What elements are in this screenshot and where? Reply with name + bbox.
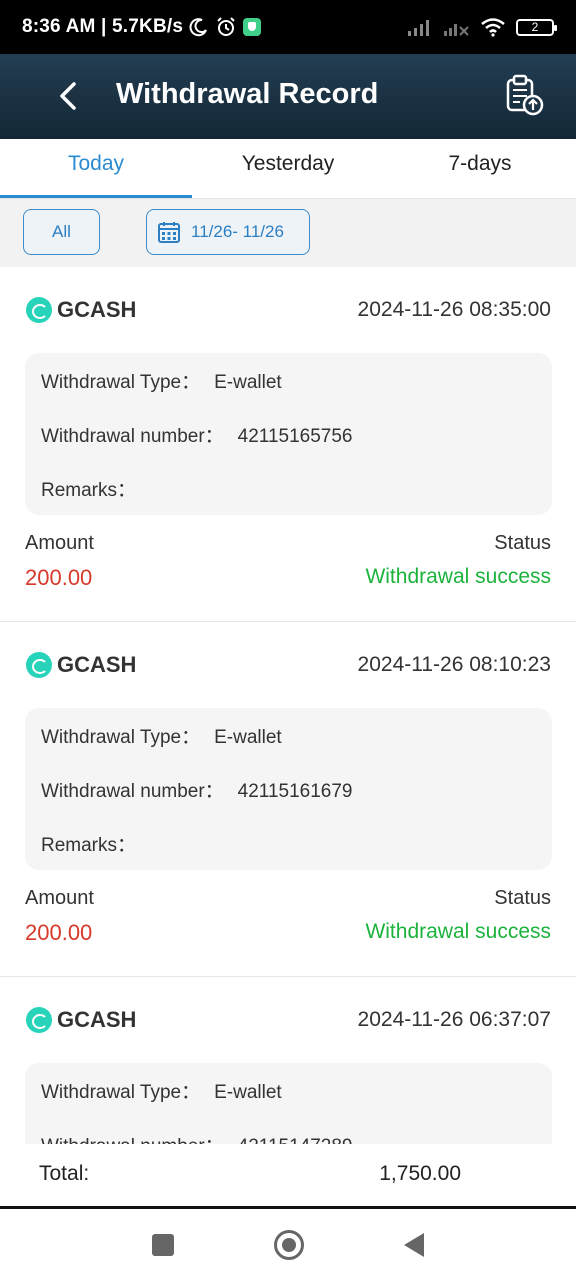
withdrawal-number-label: Withdrawal number： (41, 426, 224, 447)
withdrawal-number-label: Withdrawal number： (41, 781, 224, 802)
recent-apps-button[interactable] (152, 1233, 174, 1256)
record-timestamp: 2024-11-26 08:10:23 (357, 653, 551, 676)
withdrawal-number-value: 42115161679 (237, 781, 353, 802)
status-value: Withdrawal success (365, 920, 551, 943)
gcash-logo-icon (26, 297, 52, 323)
withdrawal-record[interactable]: GCASH 2024-11-26 08:10:23 Withdrawal Typ… (0, 622, 576, 977)
amount-label: Amount (25, 532, 94, 554)
status-time: 8:36 AM | 5.7KB/s (22, 16, 184, 37)
status-label: Status (494, 532, 551, 554)
tab-yesterday[interactable]: Yesterday (192, 139, 384, 198)
withdrawal-type-value: E-wallet (214, 372, 282, 393)
withdrawal-record[interactable]: GCASH 2024-11-26 06:37:07 Withdrawal Typ… (0, 977, 576, 1144)
remarks-row: Remarks： (41, 475, 150, 502)
withdrawal-type-row: Withdrawal Type： E-wallet (41, 722, 282, 749)
system-nav-bar (0, 1206, 576, 1280)
record-details: Withdrawal Type： E-wallet Withdrawal numb… (25, 353, 552, 515)
withdrawal-number-row: Withdrawal number： 42115147289 (41, 1131, 353, 1144)
amount-value: 200.00 (25, 565, 93, 590)
record-details: Withdrawal Type： E-wallet Withdrawal numb… (25, 708, 552, 870)
record-details: Withdrawal Type： E-wallet Withdrawal numb… (25, 1063, 552, 1144)
record-header: GCASH 2024-11-26 08:35:00 (26, 295, 551, 325)
gcash-logo-icon (26, 1007, 52, 1033)
total-bar: Total: 1,750.00 (0, 1144, 576, 1206)
calendar-icon (158, 222, 180, 243)
security-shield-icon (243, 18, 262, 36)
amount-value: 200.00 (25, 920, 93, 945)
filter-all-button[interactable]: All (23, 209, 100, 255)
withdrawal-number-row: Withdrawal number： 42115165756 (41, 421, 353, 448)
withdrawal-type-value: E-wallet (214, 727, 282, 748)
withdrawal-type-label: Withdrawal Type： (41, 1082, 201, 1103)
provider-name: GCASH (57, 652, 137, 677)
status-label: Status (494, 887, 551, 909)
withdrawal-number-label: Withdrawal number： (41, 1136, 224, 1144)
provider-name: GCASH (57, 1007, 137, 1032)
remarks-label: Remarks： (41, 480, 137, 501)
total-value: 1,750.00 (379, 1162, 461, 1185)
withdrawal-number-row: Withdrawal number： 42115161679 (41, 776, 353, 803)
tab-today[interactable]: Today (0, 139, 192, 198)
moon-icon (189, 18, 208, 37)
withdrawal-number-value: 42115147289 (238, 1136, 353, 1144)
export-record-button[interactable] (504, 74, 544, 118)
date-range-label: 11/26- 11/26 (191, 222, 284, 241)
provider-name: GCASH (57, 297, 137, 322)
home-button[interactable] (274, 1229, 304, 1260)
status-bar: 8:36 AM | 5.7KB/s 2 (0, 0, 576, 54)
date-tabs: Today Yesterday 7-days (0, 139, 576, 199)
amount-label: Amount (25, 887, 94, 909)
signal-no-service-icon (444, 24, 469, 36)
wifi-icon (481, 18, 505, 37)
page-title: Withdrawal Record (116, 78, 379, 110)
withdrawal-number-value: 42115165756 (237, 426, 353, 447)
withdrawal-record[interactable]: GCASH 2024-11-26 08:35:00 Withdrawal Typ… (0, 267, 576, 622)
gcash-logo-icon (26, 652, 52, 678)
withdrawal-list[interactable]: GCASH 2024-11-26 08:35:00 Withdrawal Typ… (0, 267, 576, 1144)
record-header: GCASH 2024-11-26 06:37:07 (26, 1005, 551, 1035)
filter-bar: All 11/26- 11/26 (0, 199, 576, 267)
withdrawal-type-value: E-wallet (214, 1082, 282, 1103)
record-timestamp: 2024-11-26 08:35:00 (357, 298, 551, 321)
date-range-button[interactable]: 11/26- 11/26 (146, 209, 310, 255)
status-left: 8:36 AM | 5.7KB/s (22, 16, 262, 38)
status-value: Withdrawal success (365, 565, 551, 588)
withdrawal-type-label: Withdrawal Type： (41, 727, 201, 748)
back-button[interactable] (48, 76, 88, 116)
remarks-row: Remarks： (41, 830, 150, 857)
system-back-button[interactable] (404, 1232, 424, 1257)
battery-icon: 2 (516, 18, 557, 36)
withdrawal-type-row: Withdrawal Type： E-wallet (41, 367, 282, 394)
withdrawal-type-row: Withdrawal Type： E-wallet (41, 1077, 282, 1104)
app-header: Withdrawal Record (0, 54, 576, 139)
alarm-icon (217, 17, 235, 36)
record-header: GCASH 2024-11-26 08:10:23 (26, 650, 551, 680)
remarks-label: Remarks： (41, 835, 137, 856)
status-right: 2 (408, 17, 557, 37)
chevron-left-icon (60, 82, 76, 110)
record-timestamp: 2024-11-26 06:37:07 (357, 1008, 551, 1031)
tab-7-days[interactable]: 7-days (384, 139, 576, 198)
total-label: Total: (39, 1162, 90, 1185)
signal-icon (408, 20, 429, 36)
withdrawal-type-label: Withdrawal Type： (41, 372, 201, 393)
clipboard-upload-icon (506, 74, 544, 116)
